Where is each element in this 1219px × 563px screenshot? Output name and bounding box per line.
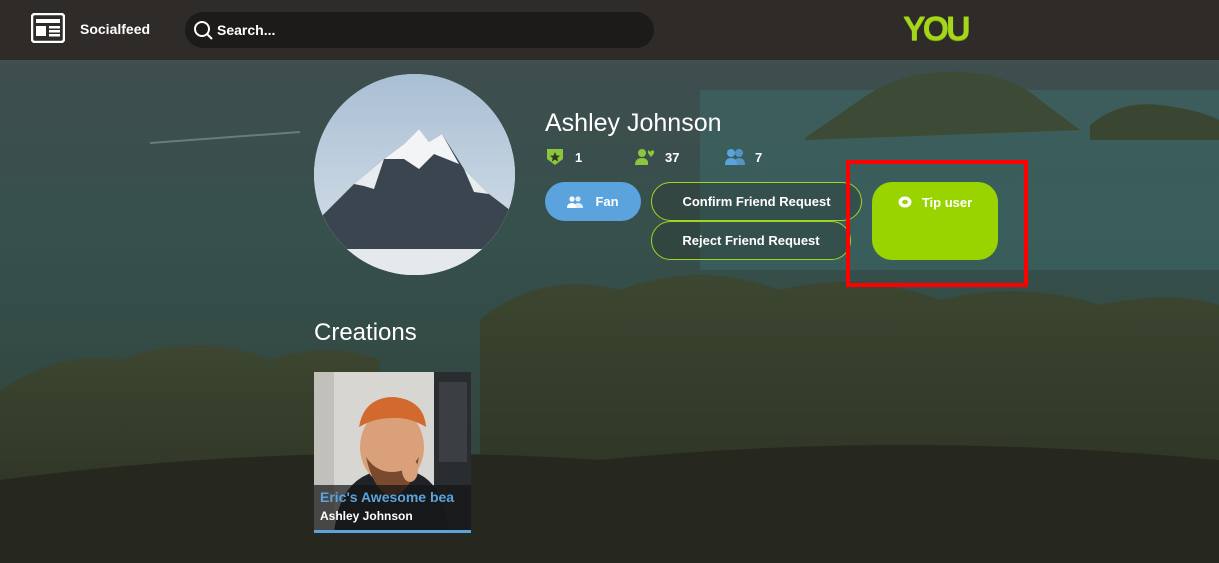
confirm-friend-request-button[interactable]: Confirm Friend Request: [651, 182, 862, 221]
logo-text: YOU: [903, 10, 971, 48]
creation-author[interactable]: Ashley Johnson: [320, 509, 413, 523]
profile-name: Ashley Johnson: [545, 109, 722, 137]
creations-heading: Creations: [314, 319, 417, 346]
reject-button-label: Reject Friend Request: [682, 233, 820, 248]
logo-number: 42: [973, 10, 996, 32]
search-input[interactable]: [217, 12, 637, 48]
tip-user-button[interactable]: Tip user: [872, 182, 998, 260]
fans-stat[interactable]: 37: [635, 148, 679, 166]
friends-icon: [725, 149, 745, 165]
friends-stat[interactable]: 7: [725, 148, 762, 166]
reject-friend-request-button[interactable]: Reject Friend Request: [651, 221, 851, 260]
confirm-button-label: Confirm Friend Request: [682, 194, 831, 209]
creation-card[interactable]: Eric's Awesome bea Ashley Johnson: [314, 372, 471, 533]
fan-heart-icon: [635, 149, 655, 165]
coin-icon: [898, 196, 912, 208]
fan-button[interactable]: Fan: [545, 182, 641, 221]
fan-button-label: Fan: [595, 194, 619, 209]
profile-avatar[interactable]: [314, 74, 515, 275]
friends-count: 7: [755, 149, 763, 165]
creation-progress-bar: [314, 530, 471, 533]
creation-caption: Eric's Awesome bea Ashley Johnson: [314, 485, 471, 530]
fan-icon: [567, 195, 584, 208]
mountain-image: [314, 74, 515, 275]
top-bar: Socialfeed YOU 42: [0, 0, 1219, 60]
search-bar[interactable]: [185, 12, 654, 48]
fans-count: 37: [665, 149, 680, 165]
tip-button-label: Tip user: [921, 195, 973, 210]
badge-stat[interactable]: 1: [545, 148, 582, 166]
badge-count: 1: [575, 149, 583, 165]
you42-logo[interactable]: YOU 42: [903, 6, 1007, 50]
creation-title[interactable]: Eric's Awesome bea: [320, 489, 470, 505]
badge-icon: [547, 149, 563, 165]
search-icon: [194, 21, 213, 40]
socialfeed-link[interactable]: Socialfeed: [80, 21, 150, 37]
newspaper-icon[interactable]: [31, 13, 65, 43]
